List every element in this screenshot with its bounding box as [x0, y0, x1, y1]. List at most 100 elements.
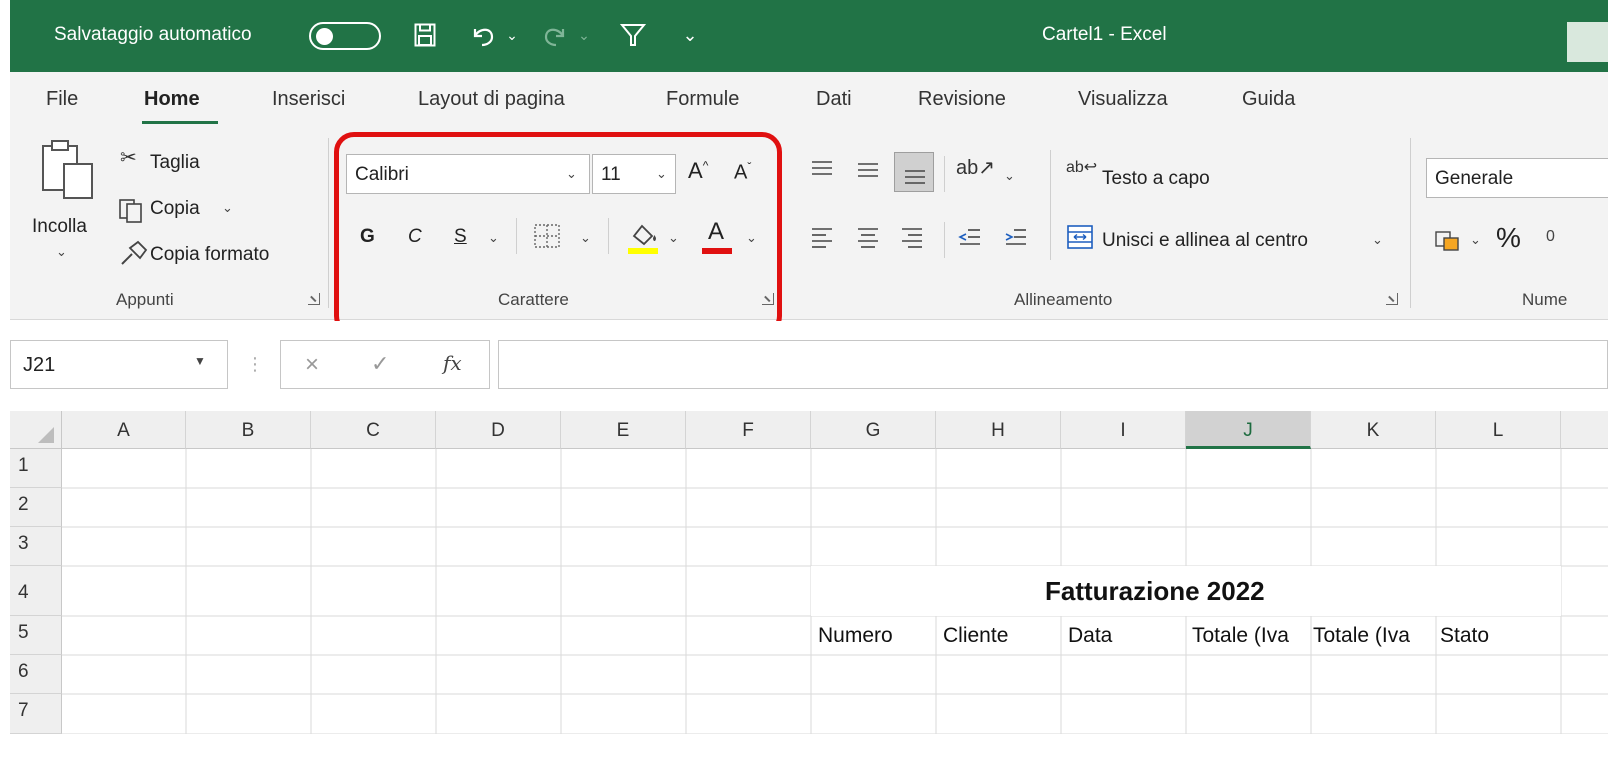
cancel-icon[interactable]: ×: [305, 351, 319, 379]
header-cell-data[interactable]: Data: [1068, 624, 1186, 648]
row-header-1[interactable]: 1: [10, 449, 62, 488]
tab-home[interactable]: Home: [144, 88, 200, 111]
undo-icon[interactable]: [466, 18, 500, 52]
insert-function-icon[interactable]: fx: [443, 351, 462, 375]
clipboard-launcher-icon[interactable]: [308, 293, 320, 305]
copy-label[interactable]: Copia: [150, 198, 200, 220]
increase-indent-icon[interactable]: [1004, 226, 1028, 252]
orientation-dropdown-icon[interactable]: ⌄: [1004, 168, 1015, 184]
row-header-4[interactable]: 4: [10, 566, 62, 616]
window-title: Cartel1 - Excel: [1042, 24, 1167, 45]
row-header-5[interactable]: 5: [10, 616, 62, 655]
customize-toolbar-icon[interactable]: ⌄: [680, 18, 700, 52]
redo-dropdown-icon: ⌄: [578, 26, 590, 43]
alignment-launcher-icon[interactable]: [1386, 293, 1398, 305]
autosave-toggle[interactable]: [309, 22, 381, 50]
number-group-label: Nume: [1522, 290, 1568, 309]
column-header-h[interactable]: H: [936, 411, 1061, 449]
tab-review[interactable]: Revisione: [918, 88, 1006, 111]
clipboard-group-label: Appunti: [116, 290, 174, 309]
undo-dropdown-icon[interactable]: ⌄: [502, 18, 522, 52]
accounting-format-icon[interactable]: [1434, 228, 1462, 256]
header-cell-totale-2[interactable]: Totale (Iva: [1313, 624, 1436, 648]
merge-center-icon[interactable]: [1066, 224, 1094, 254]
align-top-icon[interactable]: [810, 158, 834, 184]
column-header-l[interactable]: L: [1436, 411, 1561, 449]
tab-formulas[interactable]: Formule: [666, 88, 739, 111]
tab-insert[interactable]: Inserisci: [272, 88, 345, 111]
format-painter-label[interactable]: Copia formato: [150, 244, 269, 266]
header-cell-totale-1[interactable]: Totale (Iva: [1192, 624, 1311, 648]
toggle-knob: [316, 28, 333, 45]
align-right-icon[interactable]: [900, 226, 924, 252]
align-middle-icon[interactable]: [856, 158, 880, 184]
formula-bar-splitter[interactable]: ⋮: [246, 354, 264, 375]
column-header-partial[interactable]: [1561, 411, 1608, 449]
row-header-3[interactable]: 3: [10, 527, 62, 566]
redo-icon: [538, 18, 572, 52]
column-header-f[interactable]: F: [686, 411, 811, 449]
merge-center-dropdown-icon[interactable]: ⌄: [1372, 232, 1383, 248]
cut-label[interactable]: Taglia: [150, 152, 200, 174]
separator: [1410, 138, 1411, 308]
number-format-value: Generale: [1435, 168, 1514, 189]
align-center-icon[interactable]: [856, 226, 880, 252]
tab-page-layout[interactable]: Layout di pagina: [418, 88, 565, 111]
row-header-2[interactable]: 2: [10, 488, 62, 527]
orientation-icon[interactable]: ab↗: [956, 158, 995, 178]
grid-bottom-strip: [10, 734, 1608, 760]
column-header-i[interactable]: I: [1061, 411, 1186, 449]
column-header-g[interactable]: G: [811, 411, 936, 449]
separator: [328, 138, 329, 308]
column-header-b[interactable]: B: [186, 411, 311, 449]
separator: [1050, 150, 1051, 260]
formula-input[interactable]: [498, 340, 1608, 389]
tab-help[interactable]: Guida: [1242, 88, 1295, 111]
cut-icon[interactable]: ✂: [120, 148, 137, 168]
filter-icon[interactable]: [616, 18, 650, 52]
align-bottom-icon: [905, 170, 925, 184]
align-bottom-button[interactable]: [894, 152, 934, 192]
row-header-6[interactable]: 6: [10, 655, 62, 694]
copy-icon[interactable]: [118, 198, 148, 228]
tab-view[interactable]: Visualizza: [1078, 88, 1168, 111]
merge-center-label[interactable]: Unisci e allinea al centro: [1102, 230, 1308, 252]
paste-icon[interactable]: [40, 138, 96, 206]
active-tab-indicator: [142, 121, 218, 124]
paste-dropdown-icon[interactable]: ⌄: [56, 244, 67, 260]
column-header-a[interactable]: A: [62, 411, 186, 449]
column-header-c[interactable]: C: [311, 411, 436, 449]
row-header-7[interactable]: 7: [10, 694, 62, 734]
save-icon[interactable]: [408, 18, 442, 52]
decrease-indent-icon[interactable]: [958, 226, 982, 252]
wrap-text-icon[interactable]: ab↩: [1066, 160, 1097, 176]
tab-file[interactable]: File: [46, 88, 78, 111]
copy-dropdown-icon[interactable]: ⌄: [222, 200, 233, 216]
table-title: Fatturazione 2022: [1045, 576, 1265, 606]
align-left-icon[interactable]: [810, 226, 834, 252]
header-cell-numero[interactable]: Numero: [818, 624, 936, 648]
name-box-dropdown-icon[interactable]: ▼: [194, 354, 206, 368]
paste-label[interactable]: Incolla: [32, 216, 87, 238]
alignment-group-label: Allineamento: [1014, 290, 1113, 309]
percent-style-button[interactable]: %: [1496, 222, 1521, 254]
column-header-e[interactable]: E: [561, 411, 686, 449]
wrap-text-label[interactable]: Testo a capo: [1102, 168, 1210, 190]
name-box-value: J21: [23, 354, 56, 376]
column-header-j[interactable]: J: [1186, 411, 1311, 449]
title-bar: Salvataggio automatico ⌄ ⌄ ⌄ Cartel1 - E…: [10, 0, 1608, 72]
column-header-k[interactable]: K: [1311, 411, 1436, 449]
enter-icon[interactable]: ✓: [371, 351, 389, 377]
column-header-d[interactable]: D: [436, 411, 561, 449]
header-cell-stato[interactable]: Stato: [1440, 624, 1560, 648]
accounting-dropdown-icon[interactable]: ⌄: [1470, 232, 1481, 248]
autosave-label: Salvataggio automatico: [54, 24, 252, 45]
format-painter-icon[interactable]: [118, 240, 148, 272]
number-format-combo[interactable]: Generale: [1426, 158, 1608, 198]
comma-style-fragment[interactable]: 0: [1546, 228, 1555, 246]
header-cell-cliente[interactable]: Cliente: [943, 624, 1061, 648]
annotation-highlight-box: [334, 132, 782, 336]
account-button[interactable]: [1567, 22, 1608, 62]
tab-data[interactable]: Dati: [816, 88, 852, 111]
select-all-corner[interactable]: [10, 411, 62, 449]
